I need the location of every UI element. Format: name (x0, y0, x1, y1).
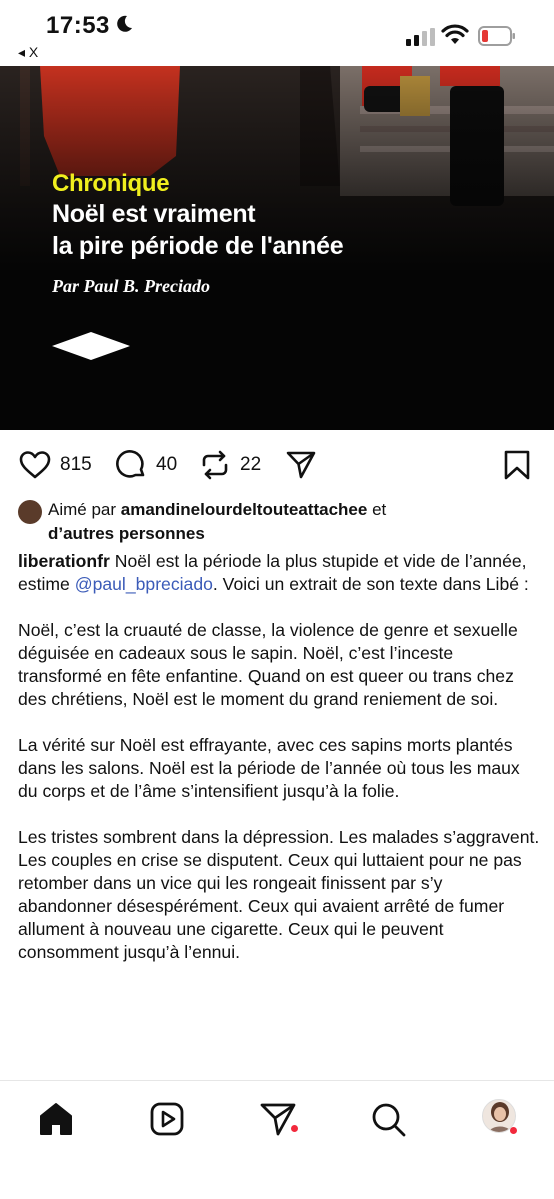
nav-messages[interactable] (258, 1099, 298, 1139)
comment-button[interactable]: 40 (114, 448, 177, 482)
send-icon (260, 1103, 296, 1136)
post-caption: liberationfr Noël est la période la plus… (18, 550, 540, 987)
messages-notification-dot (291, 1125, 298, 1132)
search-icon (372, 1103, 406, 1137)
nav-home[interactable] (36, 1099, 76, 1139)
liked-by-connector: et (372, 500, 387, 519)
send-icon (286, 451, 316, 479)
post-action-bar: 815 40 22 (0, 444, 554, 486)
like-button[interactable]: 815 (18, 448, 92, 482)
liberation-logo-icon (52, 332, 130, 360)
back-to-app-button[interactable]: ◂ X (18, 44, 38, 61)
bottom-navigation (0, 1080, 554, 1199)
home-icon (40, 1103, 72, 1135)
moon-icon (117, 15, 132, 32)
status-time: 17:53 (46, 12, 110, 39)
caption-username[interactable]: liberationfr (18, 551, 110, 571)
repost-count: 22 (240, 454, 262, 475)
caption-paragraph-3: La vérité sur Noël est effrayante, avec … (18, 735, 520, 801)
status-bar: 17:53 ◂ X (0, 0, 554, 66)
save-button[interactable] (500, 448, 534, 482)
caption-paragraph-4: Les tristes sombrent dans la dépression.… (18, 827, 540, 962)
post-image[interactable]: Chronique Noël est vraiment la pire péri… (0, 66, 554, 430)
liked-by[interactable]: Aimé par amandinelourdeltouteattachee et… (18, 498, 538, 546)
caption-mention-link[interactable]: @paul_bpreciado (75, 574, 213, 594)
byline: Par Paul B. Preciado (52, 276, 210, 296)
heart-icon (19, 451, 51, 479)
liked-by-prefix: Aimé par (48, 500, 117, 519)
caption-paragraph-2: Noël, c’est la cruauté de classe, la vio… (18, 620, 518, 709)
share-button[interactable] (284, 448, 318, 482)
liker-username[interactable]: amandinelourdeltouteattachee (121, 500, 368, 519)
liker-avatar[interactable] (18, 500, 42, 524)
reels-icon (150, 1102, 184, 1136)
cellular-signal-icon (406, 28, 435, 46)
repost-button[interactable]: 22 (198, 448, 261, 482)
nav-search[interactable] (368, 1099, 408, 1139)
headline-line-1: Noël est vraiment (52, 200, 256, 228)
caption-intro-end: . Voici un extrait de son texte dans Lib… (212, 574, 529, 594)
wifi-icon (441, 24, 469, 44)
repost-icon (202, 450, 228, 480)
nav-reels[interactable] (147, 1099, 187, 1139)
bookmark-icon (504, 450, 530, 480)
comment-count: 40 (156, 454, 178, 475)
caption-paragraph-1: liberationfr Noël est la période la plus… (18, 550, 540, 596)
battery-icon (478, 26, 515, 46)
like-count: 815 (60, 454, 92, 475)
profile-notification-dot (510, 1127, 517, 1134)
liked-by-others[interactable]: d’autres personnes (48, 524, 205, 543)
comment-icon (116, 450, 145, 478)
headline-block: Chronique Noël est vraiment la pire péri… (52, 170, 344, 297)
headline-line-2: la pire période de l'année (52, 232, 344, 260)
chronique-kicker: Chronique (52, 170, 170, 197)
